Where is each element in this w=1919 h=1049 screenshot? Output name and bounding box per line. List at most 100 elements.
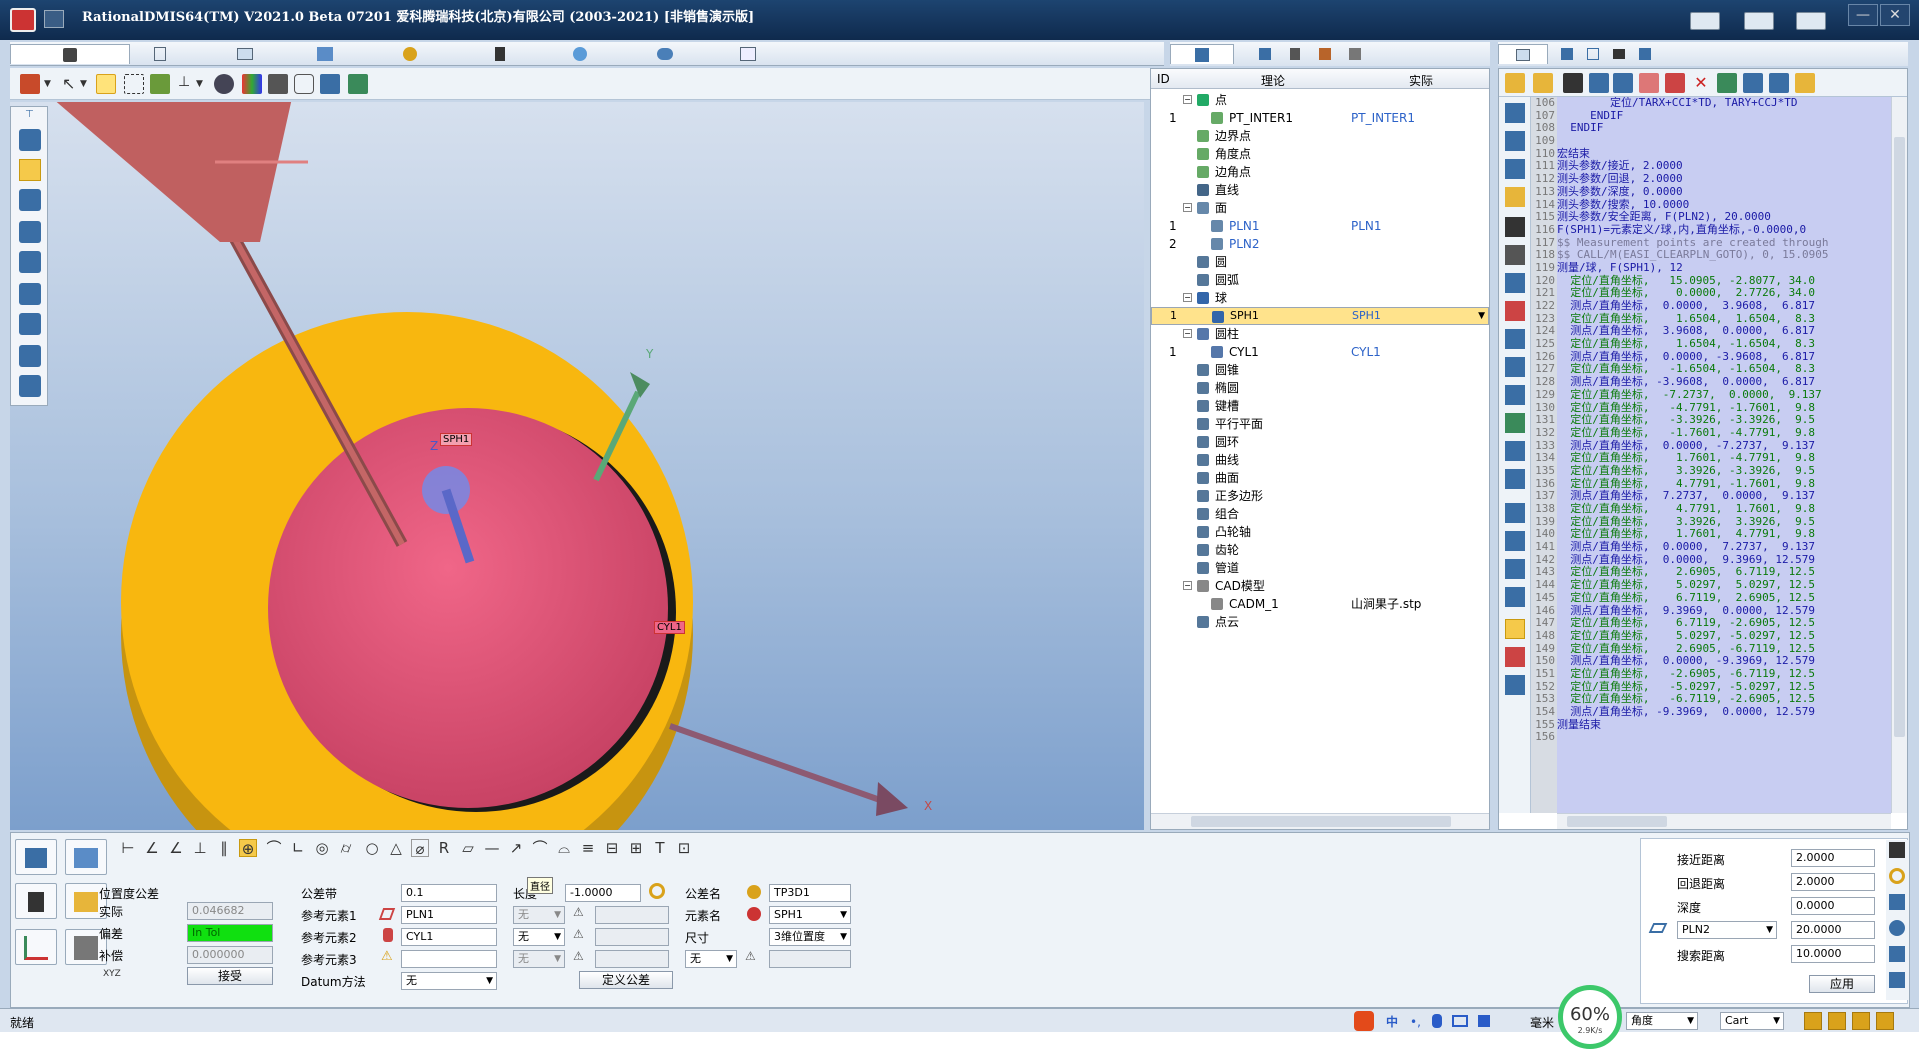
tab-camera[interactable]: [1606, 44, 1632, 64]
select-line-icon[interactable]: [19, 189, 41, 211]
tree-row[interactable]: 键槽: [1151, 397, 1489, 415]
ref3-input[interactable]: [401, 950, 497, 968]
approach-input[interactable]: 2.0000: [1791, 849, 1875, 867]
code-line[interactable]: F(SPH1)=元素定义/球,内,直角坐标,-0.0000,0: [1557, 223, 1891, 237]
fit-view-icon[interactable]: [150, 74, 170, 94]
code-line[interactable]: 定位/直角坐标, 5.0297, 5.0297, 12.5: [1557, 578, 1891, 592]
code-line[interactable]: 测量结束: [1557, 718, 1891, 732]
code-line[interactable]: 测头参数/安全距离, F(PLN2), 20.0000: [1557, 210, 1891, 224]
width-icon[interactable]: ≡: [579, 839, 597, 857]
note-icon[interactable]: [1505, 187, 1525, 207]
cursor-dropdown-icon[interactable]: ▼: [80, 74, 90, 94]
tab-features[interactable]: [1250, 44, 1280, 64]
tab-tolerance[interactable]: [1310, 44, 1340, 64]
tree-row[interactable]: 1 PT_INTER1 PT_INTER1: [1151, 109, 1489, 127]
feature-mode-button[interactable]: [15, 839, 57, 875]
open-folder-icon[interactable]: [1505, 73, 1525, 93]
editor-vscrollbar[interactable]: [1891, 97, 1907, 813]
tree-row[interactable]: 1 PLN1 PLN1: [1151, 217, 1489, 235]
copy-icon[interactable]: [1505, 131, 1525, 151]
tab-program[interactable]: [1498, 44, 1548, 64]
code-line[interactable]: 测点/直角坐标, 0.0000, 7.2737, 9.137: [1557, 540, 1891, 554]
tree-row[interactable]: CADM_1 山涧果子.stp: [1151, 595, 1489, 613]
probe-side-icon[interactable]: [1505, 217, 1525, 237]
snapshot-icon[interactable]: [268, 74, 288, 94]
network-icon[interactable]: [1690, 12, 1720, 30]
text-tol-icon[interactable]: T: [651, 839, 669, 857]
color-map-icon[interactable]: [242, 74, 262, 94]
zoom-box-icon[interactable]: [124, 74, 144, 94]
tree-row[interactable]: − 球: [1151, 289, 1489, 307]
angularity-icon[interactable]: ∠: [167, 839, 185, 857]
tree-row[interactable]: 曲线: [1151, 451, 1489, 469]
tree-row[interactable]: 平行平面: [1151, 415, 1489, 433]
delete-icon[interactable]: ✕: [1691, 73, 1711, 93]
tree-row[interactable]: 凸轮轴: [1151, 523, 1489, 541]
collapse-toggle-icon[interactable]: −: [1183, 329, 1192, 338]
tree-row[interactable]: 管道: [1151, 559, 1489, 577]
probe-calib-icon[interactable]: [1889, 894, 1905, 910]
code-line[interactable]: 定位/直角坐标, 4.7791, 1.7601, 9.8: [1557, 502, 1891, 516]
cylindricity-icon[interactable]: ⌭: [337, 839, 355, 857]
probe-zoom-icon[interactable]: [1889, 920, 1905, 936]
tree-row[interactable]: 边界点: [1151, 127, 1489, 145]
rotate-icon[interactable]: [96, 74, 116, 94]
active-panel-icon[interactable]: [1505, 619, 1525, 639]
tree-row[interactable]: 直线: [1151, 181, 1489, 199]
tab-filter[interactable]: [1280, 44, 1310, 64]
device-icon[interactable]: [1505, 245, 1525, 265]
tree-scroll-thumb[interactable]: [1191, 816, 1451, 827]
code-line[interactable]: 定位/TARX+CCI*TD, TARY+CCJ*TD: [1557, 97, 1891, 110]
length-input[interactable]: -1.0000: [565, 884, 641, 902]
tree-row[interactable]: − 点: [1151, 91, 1489, 109]
tree-row[interactable]: 正多边形: [1151, 487, 1489, 505]
format-icon[interactable]: [1769, 73, 1789, 93]
code-line[interactable]: 定位/直角坐标, -1.7601, -4.7791, 9.8: [1557, 426, 1891, 440]
axis-dropdown-icon[interactable]: ▼: [196, 74, 206, 94]
tree-row[interactable]: 组合: [1151, 505, 1489, 523]
import-icon[interactable]: [1505, 559, 1525, 579]
tree-row[interactable]: 2 PLN2: [1151, 235, 1489, 253]
tab-tree-view[interactable]: [1554, 44, 1580, 64]
profile-icon[interactable]: ⌒: [265, 839, 283, 857]
system-menu-icon[interactable]: [44, 10, 64, 28]
select-curve-icon[interactable]: [19, 375, 41, 397]
mirror-icon[interactable]: [1505, 675, 1525, 695]
size-extra-input[interactable]: [769, 950, 851, 968]
probe-mode-button[interactable]: [15, 883, 57, 919]
retract-input[interactable]: 2.0000: [1791, 873, 1875, 891]
sogou-ime-icon[interactable]: [1354, 1011, 1374, 1031]
circularity-icon[interactable]: ○: [363, 839, 381, 857]
tree-row[interactable]: 点云: [1151, 613, 1489, 631]
probe-config-icon[interactable]: [320, 74, 340, 94]
performance-gauge[interactable]: 60% 2.9K/s: [1558, 985, 1622, 1049]
ref1-input[interactable]: PLN1: [401, 906, 497, 924]
size-mod-select[interactable]: 无: [685, 950, 737, 968]
tab-list-view[interactable]: [1580, 44, 1606, 64]
mod1-select[interactable]: 无: [513, 906, 565, 924]
flatness-icon[interactable]: ▱: [459, 839, 477, 857]
outdent-icon[interactable]: [1613, 73, 1633, 93]
axis-icon[interactable]: ⊥: [178, 74, 198, 94]
angle-unit-select[interactable]: 角度: [1626, 1012, 1698, 1030]
select-sphere-icon[interactable]: [19, 159, 41, 181]
probe-settings-icon[interactable]: [1889, 868, 1905, 884]
angle-between-icon[interactable]: ∠: [143, 839, 161, 857]
profile-surface-icon[interactable]: ⌓: [555, 839, 573, 857]
clearance-input[interactable]: 20.0000: [1791, 921, 1875, 939]
house-icon[interactable]: [1505, 301, 1525, 321]
code-text-area[interactable]: 定位/TARX+CCI*TD, TARY+CCJ*TD ENDIF ENDIF 宏…: [1557, 97, 1891, 813]
edit-side-icon[interactable]: [1505, 469, 1525, 489]
home-icon[interactable]: [20, 74, 40, 94]
probe-move-icon[interactable]: [1889, 946, 1905, 962]
tree-row[interactable]: 边角点: [1151, 163, 1489, 181]
mod2-select[interactable]: 无: [513, 928, 565, 946]
symmetry-icon[interactable]: ∟: [289, 839, 307, 857]
code-line[interactable]: 定位/直角坐标, 5.0297, -5.0297, 12.5: [1557, 629, 1891, 643]
plane-icon[interactable]: [1505, 273, 1525, 293]
flag-icon[interactable]: [1743, 73, 1763, 93]
home-dropdown-icon[interactable]: ▼: [44, 74, 54, 94]
cone-angle-icon[interactable]: △: [387, 839, 405, 857]
ref2-input[interactable]: CYL1: [401, 928, 497, 946]
hand-icon[interactable]: [1639, 73, 1659, 93]
